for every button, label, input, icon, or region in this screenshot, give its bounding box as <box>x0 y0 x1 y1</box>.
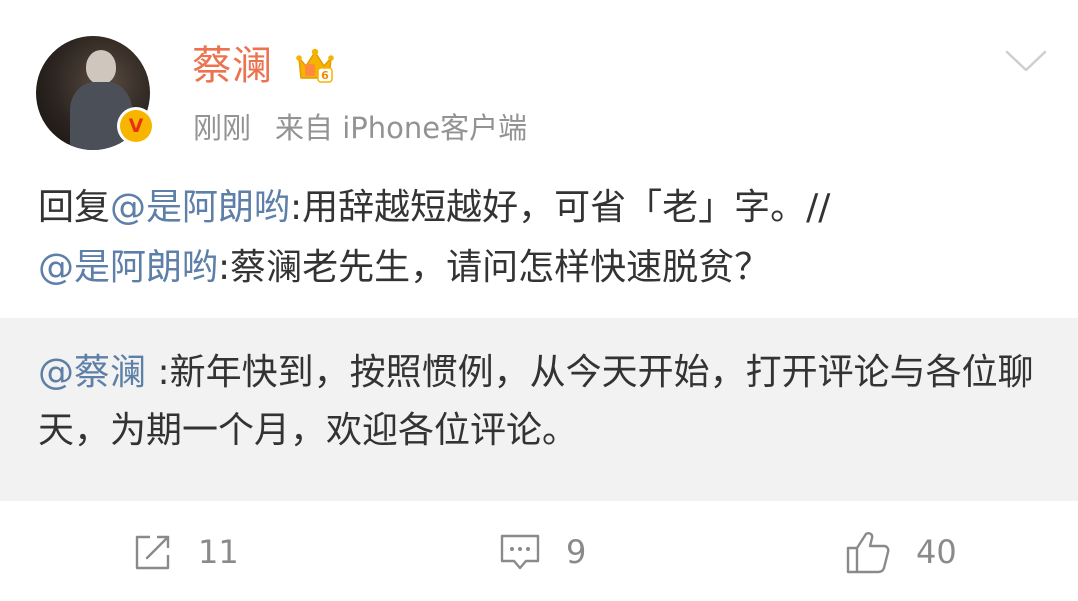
post-source: 来自 iPhone客户端 <box>275 111 528 145</box>
post-header: V 蔡澜 6 刚刚 来自 iPhone客户端 <box>0 0 1078 170</box>
mention-link[interactable]: @是阿朗哟 <box>38 247 218 288</box>
verified-badge-icon: V <box>117 107 155 145</box>
post-text-part: :用辞越短越好，可省「老」字。// <box>290 187 831 228</box>
repost-button[interactable]: 11 <box>132 527 239 577</box>
chevron-down-icon[interactable] <box>1004 44 1048 78</box>
repost-count: 11 <box>198 533 239 571</box>
avatar-figure-head <box>86 50 116 84</box>
comment-button[interactable]: 9 <box>498 527 586 577</box>
retweet-text: @蔡澜 :新年快到，按照惯例，从今天开始，打开评论与各位聊天，为期一个月，欢迎各… <box>38 344 1048 460</box>
post-text-part: :蔡澜老先生，请问怎样快速脱贫？ <box>218 247 771 288</box>
author-name[interactable]: 蔡澜 <box>192 40 272 92</box>
retweet-box[interactable]: @蔡澜 :新年快到，按照惯例，从今天开始，打开评论与各位聊天，为期一个月，欢迎各… <box>0 318 1078 501</box>
verified-badge-glyph: V <box>120 110 152 142</box>
like-count: 40 <box>916 533 957 571</box>
mention-link[interactable]: @是阿朗哟 <box>110 187 290 228</box>
repost-icon <box>135 535 170 570</box>
action-bar: 11 9 40 <box>0 501 1078 601</box>
reply-prefix: 回复 <box>38 187 111 228</box>
comment-count: 9 <box>566 533 587 571</box>
retweet-author-mention[interactable]: @蔡澜 <box>38 352 146 393</box>
post-text: 回复@是阿朗哟:用辞越短越好，可省「老」字。//@是阿朗哟:蔡澜老先生，请问怎样… <box>38 178 1048 298</box>
crown-vip-icon[interactable]: 6 <box>293 44 337 88</box>
post-time: 刚刚 <box>193 111 252 145</box>
thumbs-up-icon <box>846 532 890 574</box>
vip-level: 6 <box>321 69 329 82</box>
post-meta: 刚刚 来自 iPhone客户端 <box>193 108 551 148</box>
like-button[interactable]: 40 <box>844 527 957 577</box>
comment-icon <box>500 534 540 570</box>
retweet-content: :新年快到，按照惯例，从今天开始，打开评论与各位聊天，为期一个月，欢迎各位评论。 <box>38 352 1034 451</box>
